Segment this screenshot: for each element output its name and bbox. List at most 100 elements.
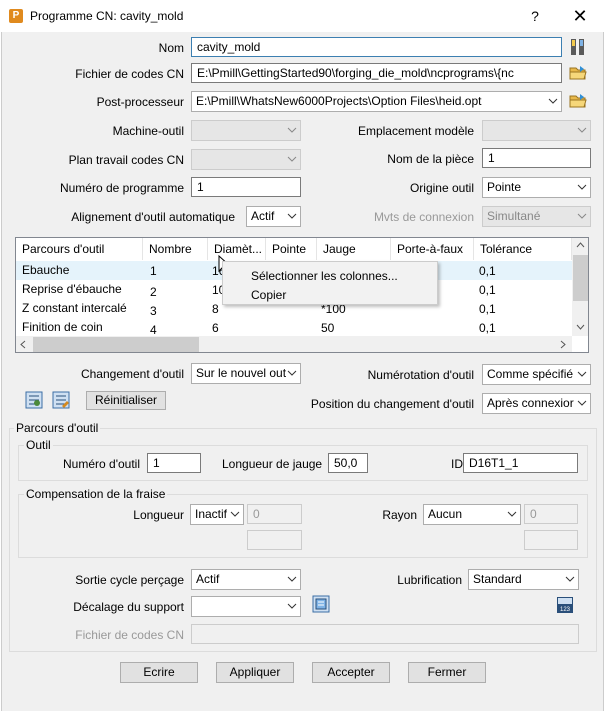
numprog-label: Numéro de programme [59,181,184,195]
alignement-label: Alignement d'outil automatique [71,210,235,224]
id-label: ID [451,457,463,471]
numbering-icon[interactable]: 123 [555,595,575,615]
tool-edit-icon[interactable] [51,390,71,410]
alignement-select[interactable]: Actif [246,206,301,227]
lubrification-select[interactable]: Standard [468,569,579,590]
longueur-select[interactable]: Inactif [190,504,244,525]
tool-settings-icon[interactable] [568,37,588,57]
horizontal-scrollbar[interactable] [16,336,572,352]
chevron-right-icon[interactable] [560,340,566,349]
longueur-label: Longueur [133,508,184,522]
table-row[interactable]: Finition de coin 4 6 50 0,1 [16,318,572,337]
parcours-group-title: Parcours d'outil [14,421,101,435]
piece-input[interactable]: 1 [482,148,591,168]
chevron-down-icon [577,127,587,133]
numerotation-label: Numérotation d'outil [367,368,474,382]
numerotation-select[interactable]: Comme spécifié [482,364,591,385]
numprog-input[interactable]: 1 [191,177,301,197]
post-select[interactable]: E:\Pmill\WhatsNew6000Projects\Option Fil… [191,91,562,112]
chevron-down-icon [287,156,297,162]
id-input[interactable]: D16T1_1 [463,453,578,473]
column-header[interactable]: Jauge [317,238,391,260]
position-select[interactable]: Après connexior [482,393,591,414]
ecrire-button[interactable]: Ecrire [120,662,198,683]
help-button[interactable]: ? [524,6,546,26]
longueur-jauge-label: Longueur de jauge [222,457,323,471]
accepter-button[interactable]: Accepter [312,662,390,683]
folder-open-icon[interactable] [568,91,588,111]
rayon-label: Rayon [382,508,417,522]
rayon-extra-input[interactable] [524,530,578,550]
chevron-down-icon [548,98,558,104]
machine-select[interactable] [191,120,301,141]
longueur-num-input[interactable]: 0 [247,504,302,524]
origine-select[interactable]: Pointe [482,177,591,198]
lubrification-label: Lubrification [397,573,462,587]
emplacement-select[interactable] [482,120,591,141]
chevron-down-icon [507,511,517,517]
holder-icon[interactable] [311,594,331,614]
emplacement-label: Emplacement modèle [357,124,474,138]
fichier-label: Fichier de codes CN [75,67,184,81]
chevron-down-icon [577,213,587,219]
longueur-extra-input[interactable] [247,530,302,550]
numero-outil-input[interactable]: 1 [147,453,201,473]
mvts-label: Mvts de connexion [373,210,474,224]
rayon-select[interactable]: Aucun [423,504,521,525]
plan-label: Plan travail codes CN [68,153,184,167]
post-label: Post-processeur [96,95,184,109]
column-header[interactable]: Tolérance [474,238,572,260]
nom-label: Nom [158,41,184,55]
chevron-down-icon [577,371,587,377]
origine-label: Origine outil [409,181,474,195]
chevron-down-icon [287,370,297,376]
column-header[interactable]: Pointe [266,238,317,260]
changement-select[interactable]: Sur le nouvel out [191,363,301,384]
menu-item-select-columns[interactable]: Sélectionner les colonnes... [251,269,398,283]
chevron-down-icon[interactable] [576,324,585,330]
compensation-group-title: Compensation de la fraise [24,487,168,501]
reset-button[interactable]: Réinitialiser [86,391,166,410]
nom-input[interactable]: cavity_mold [191,37,562,57]
column-header[interactable]: Diamèt... [208,238,266,260]
svg-text:123: 123 [560,607,571,613]
close-button[interactable]: ✕ [566,5,594,27]
appliquer-button[interactable]: Appliquer [216,662,294,683]
window-title: Programme CN: cavity_mold [30,9,184,23]
changement-label: Changement d'outil [80,367,184,381]
chevron-up-icon[interactable] [576,242,585,248]
scroll-thumb[interactable] [33,337,199,352]
column-header[interactable]: Parcours d'outil [16,238,143,260]
sortie-select[interactable]: Actif [191,569,301,590]
mvts-select[interactable]: Simultané [482,206,591,227]
plan-select[interactable] [191,149,301,170]
decalage-select[interactable] [191,596,301,617]
outil-group-title: Outil [24,438,53,452]
chevron-down-icon [577,400,587,406]
chevron-down-icon [287,603,297,609]
numero-outil-label: Numéro d'outil [63,457,140,471]
menu-item-copy[interactable]: Copier [251,288,286,302]
position-label: Position du changement d'outil [310,397,474,411]
longueur-jauge-input[interactable]: 50,0 [328,453,368,473]
fichier-bottom-input[interactable] [191,624,579,644]
column-header[interactable]: Porte-à-faux [391,238,474,260]
rayon-num-input[interactable]: 0 [524,504,578,524]
fichier-input[interactable]: E:\Pmill\GettingStarted90\forging_die_mo… [191,63,562,83]
sortie-label: Sortie cycle perçage [75,573,184,587]
chevron-down-icon [287,576,297,582]
context-menu: Sélectionner les colonnes... Copier [222,261,438,305]
scroll-thumb[interactable] [573,255,588,301]
fermer-button[interactable]: Fermer [408,662,486,683]
chevron-down-icon [577,184,587,190]
post-value: E:\Pmill\WhatsNew6000Projects\Option Fil… [196,94,482,108]
chevron-down-icon [230,511,240,517]
fichier-bottom-label: Fichier de codes CN [75,628,184,642]
app-logo-icon: P [9,9,23,23]
tool-list-icon[interactable] [24,390,44,410]
chevron-left-icon[interactable] [20,340,26,349]
folder-open-icon[interactable] [568,63,588,83]
vertical-scrollbar[interactable] [572,238,588,336]
column-header[interactable]: Nombre [143,238,208,260]
chevron-down-icon [565,576,575,582]
